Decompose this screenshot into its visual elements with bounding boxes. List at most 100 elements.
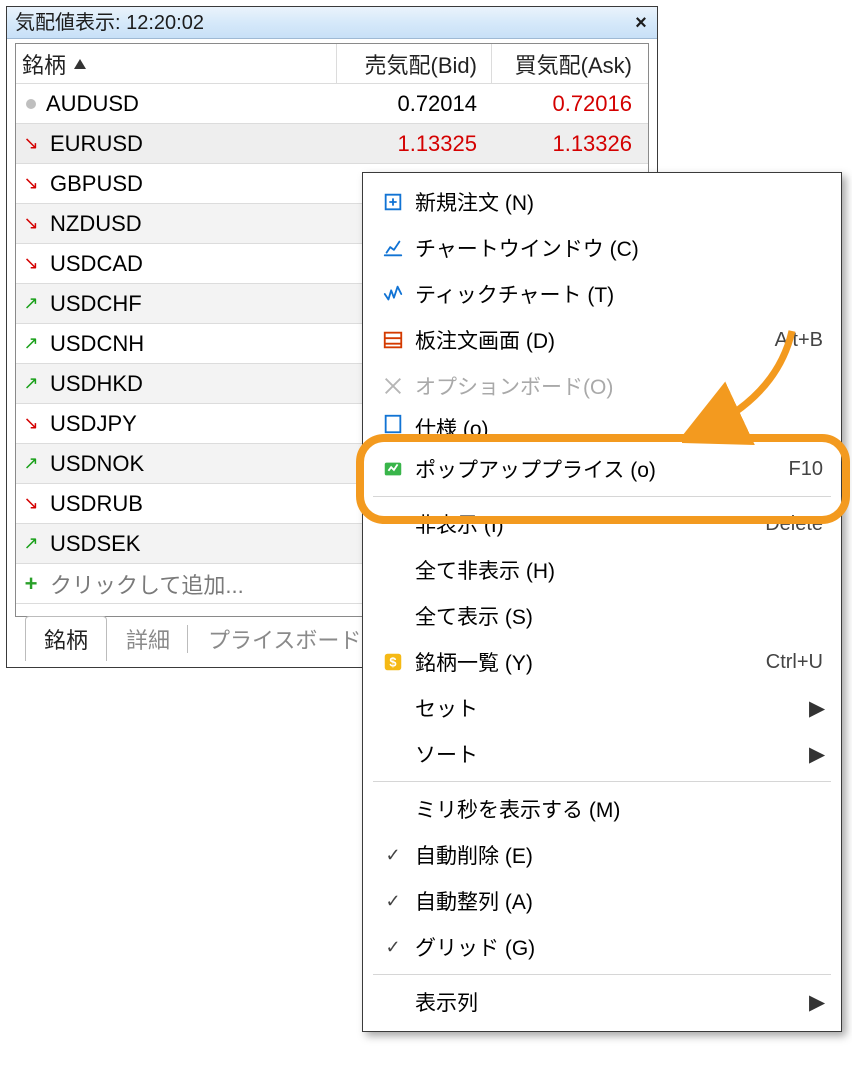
ask-value: 0.72016 (491, 91, 646, 117)
menu-item-label: 仕様 (o) (411, 413, 823, 437)
plus-box-icon (375, 191, 411, 213)
dollar-icon: $ (375, 651, 411, 673)
symbol-name: USDJPY (50, 411, 137, 437)
arrow-down-icon: ↘ (22, 493, 40, 514)
arrow-down-icon: ↘ (22, 413, 40, 434)
menu-item[interactable]: 板注文画面 (D)Alt+B (363, 317, 841, 363)
tab-symbols[interactable]: 銘柄 (25, 616, 107, 661)
ask-value: 1.13326 (491, 131, 646, 157)
col-ask[interactable]: 買気配(Ask) (515, 48, 632, 80)
symbol-name: AUDUSD (46, 91, 139, 117)
option-icon (375, 375, 411, 397)
menu-item-label: ミリ秒を表示する (M) (411, 794, 823, 824)
close-icon[interactable]: × (633, 7, 649, 39)
menu-item-label: セット (411, 693, 809, 723)
symbol-name: USDCHF (50, 291, 142, 317)
symbol-name: USDCAD (50, 251, 143, 277)
menu-item-label: ポップアッププライス (o) (411, 454, 789, 484)
neutral-dot-icon (26, 99, 36, 109)
arrow-down-icon: ↘ (22, 173, 40, 194)
menu-item[interactable]: 新規注文 (N) (363, 179, 841, 225)
tab-details[interactable]: 詳細 (107, 616, 189, 661)
table-row[interactable]: ↘ EURUSD 1.133251.13326 (16, 124, 648, 164)
menu-item-label: 板注文画面 (D) (411, 325, 775, 355)
sort-asc-icon (74, 59, 86, 69)
arrow-down-icon: ↘ (22, 253, 40, 274)
menu-item-label: オプションボード(O) (411, 371, 823, 401)
submenu-arrow-icon: ▶ (809, 696, 823, 721)
menu-item[interactable]: 自動整列 (A) (363, 878, 841, 924)
menu-item[interactable]: 非表示 (I)Delete (363, 501, 841, 547)
menu-item: オプションボード(O) (363, 363, 841, 409)
menu-item-label: 自動削除 (E) (411, 840, 823, 870)
menu-separator (373, 496, 831, 497)
menu-item[interactable]: セット▶ (363, 685, 841, 731)
submenu-arrow-icon: ▶ (809, 990, 823, 1015)
symbol-name: USDHKD (50, 371, 143, 397)
arrow-up-icon: ↗ (22, 333, 40, 354)
menu-item-label: ソート (411, 739, 809, 769)
panel-titlebar[interactable]: 気配値表示: 12:20:02 × (7, 7, 657, 39)
col-bid[interactable]: 売気配(Bid) (365, 48, 477, 80)
symbol-name: EURUSD (50, 131, 143, 157)
menu-item-label: 表示列 (411, 987, 809, 1017)
chart-icon (375, 237, 411, 259)
menu-item[interactable]: 全て非表示 (H) (363, 547, 841, 593)
menu-item-label: 全て表示 (S) (411, 601, 823, 631)
check-icon (375, 891, 411, 912)
bid-value: 0.72014 (336, 91, 491, 117)
check-icon (375, 937, 411, 958)
symbol-name: USDCNH (50, 331, 144, 357)
menu-item[interactable]: ティックチャート (T) (363, 271, 841, 317)
menu-item-label: グリッド (G) (411, 932, 823, 962)
menu-item-label: 新規注文 (N) (411, 187, 823, 217)
arrow-up-icon: ↗ (22, 533, 40, 554)
menu-separator (373, 781, 831, 782)
menu-item[interactable]: 全て表示 (S) (363, 593, 841, 639)
symbol-name: USDNOK (50, 451, 144, 477)
menu-item-accelerator: Alt+B (775, 329, 823, 352)
menu-item[interactable]: ソート▶ (363, 731, 841, 777)
arrow-up-icon: ↗ (22, 373, 40, 394)
grid-header[interactable]: 銘柄 売気配(Bid) 買気配(Ask) (16, 44, 648, 84)
bid-value: 1.13325 (336, 131, 491, 157)
menu-item-accelerator: F10 (789, 458, 823, 481)
popup-icon (375, 458, 411, 480)
tab-priceboard[interactable]: プライスボード (189, 616, 380, 661)
menu-item-label: 全て非表示 (H) (411, 555, 823, 585)
menu-item-label: チャートウインドウ (C) (411, 233, 823, 263)
menu-item[interactable]: 表示列▶ (363, 979, 841, 1025)
menu-item-label: ティックチャート (T) (411, 279, 823, 309)
plus-icon: + (22, 571, 40, 597)
submenu-arrow-icon: ▶ (809, 742, 823, 767)
menu-item[interactable]: グリッド (G) (363, 924, 841, 970)
symbol-name: NZDUSD (50, 211, 142, 237)
symbol-name: USDSEK (50, 531, 140, 557)
panel-title: 気配値表示: 12:20:02 (15, 7, 204, 39)
menu-item-accelerator: Delete (765, 513, 823, 536)
svg-text:$: $ (389, 655, 396, 670)
tick-icon (375, 283, 411, 305)
menu-separator (373, 441, 831, 442)
arrow-up-icon: ↗ (22, 453, 40, 474)
menu-item[interactable]: チャートウインドウ (C) (363, 225, 841, 271)
menu-separator (373, 974, 831, 975)
arrow-down-icon: ↘ (22, 213, 40, 234)
menu-item-label: 非表示 (I) (411, 509, 765, 539)
menu-item-label: 銘柄一覧 (Y) (411, 647, 766, 677)
menu-item-accelerator: Ctrl+U (766, 651, 823, 674)
depth-icon (375, 329, 411, 351)
add-symbol-label: クリックして追加... (50, 568, 244, 600)
col-symbol[interactable]: 銘柄 (22, 48, 66, 80)
check-icon (375, 845, 411, 866)
arrow-up-icon: ↗ (22, 293, 40, 314)
menu-item[interactable]: ポップアッププライス (o)F10 (363, 446, 841, 492)
symbol-name: GBPUSD (50, 171, 143, 197)
menu-item[interactable]: $ 銘柄一覧 (Y)Ctrl+U (363, 639, 841, 685)
menu-item[interactable]: 仕様 (o) (363, 409, 841, 437)
context-menu: 新規注文 (N) チャートウインドウ (C) ティックチャート (T) 板注文画面 (… (362, 172, 842, 1032)
arrow-down-icon: ↘ (22, 133, 40, 154)
menu-item[interactable]: ミリ秒を表示する (M) (363, 786, 841, 832)
menu-item[interactable]: 自動削除 (E) (363, 832, 841, 878)
table-row[interactable]: AUDUSD 0.720140.72016 (16, 84, 648, 124)
